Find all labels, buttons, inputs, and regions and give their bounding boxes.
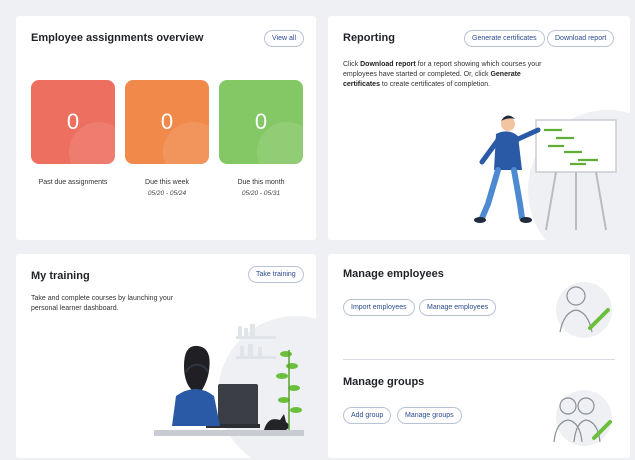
reporting-title: Reporting xyxy=(343,32,395,44)
section-divider xyxy=(343,359,615,360)
due-week-range: 05/20 - 05/24 xyxy=(147,190,187,197)
due-month-range: 05/20 - 05/31 xyxy=(241,190,281,197)
reporting-card: Reporting Generate certificates Download… xyxy=(328,16,630,240)
due-month-label: Due this month xyxy=(237,179,285,186)
training-title: My training xyxy=(31,270,90,282)
due-week-label: Due this week xyxy=(145,179,189,186)
due-month-count: 0 xyxy=(254,109,268,134)
manage-groups-button[interactable]: Manage groups xyxy=(397,407,462,424)
view-all-button[interactable]: View all xyxy=(264,30,304,47)
past-due-count: 0 xyxy=(66,109,80,134)
generate-certificates-button[interactable]: Generate certificates xyxy=(464,30,545,47)
past-due-tile[interactable]: 0 xyxy=(31,80,115,164)
manage-employees-button[interactable]: Manage employees xyxy=(419,299,497,316)
past-due-label: Past due assignments xyxy=(38,179,108,186)
due-week-count: 0 xyxy=(160,109,174,134)
due-month-tile[interactable]: 0 xyxy=(219,80,303,164)
learner-illustration xyxy=(154,316,316,458)
due-week-tile[interactable]: 0 xyxy=(125,80,209,164)
presenter-illustration xyxy=(474,110,630,240)
employee-icon xyxy=(556,282,612,338)
take-training-button[interactable]: Take training xyxy=(248,266,304,283)
manage-groups-title: Manage groups xyxy=(343,376,425,388)
training-description: Take and complete courses by launching y… xyxy=(31,295,174,312)
manage-card: Manage employees Import employees Manage… xyxy=(328,254,630,458)
download-report-button[interactable]: Download report xyxy=(547,30,615,47)
assignments-title: Employee assignments overview xyxy=(31,32,204,44)
import-employees-button[interactable]: Import employees xyxy=(343,299,415,316)
my-training-card: My training Take training Take and compl… xyxy=(16,254,316,458)
add-group-button[interactable]: Add group xyxy=(343,407,392,424)
group-icon xyxy=(553,390,612,446)
reporting-description: Click Download report for a report showi… xyxy=(343,61,542,88)
employee-assignments-card: Employee assignments overview View all 0… xyxy=(16,16,316,240)
manage-employees-title: Manage employees xyxy=(343,268,444,280)
